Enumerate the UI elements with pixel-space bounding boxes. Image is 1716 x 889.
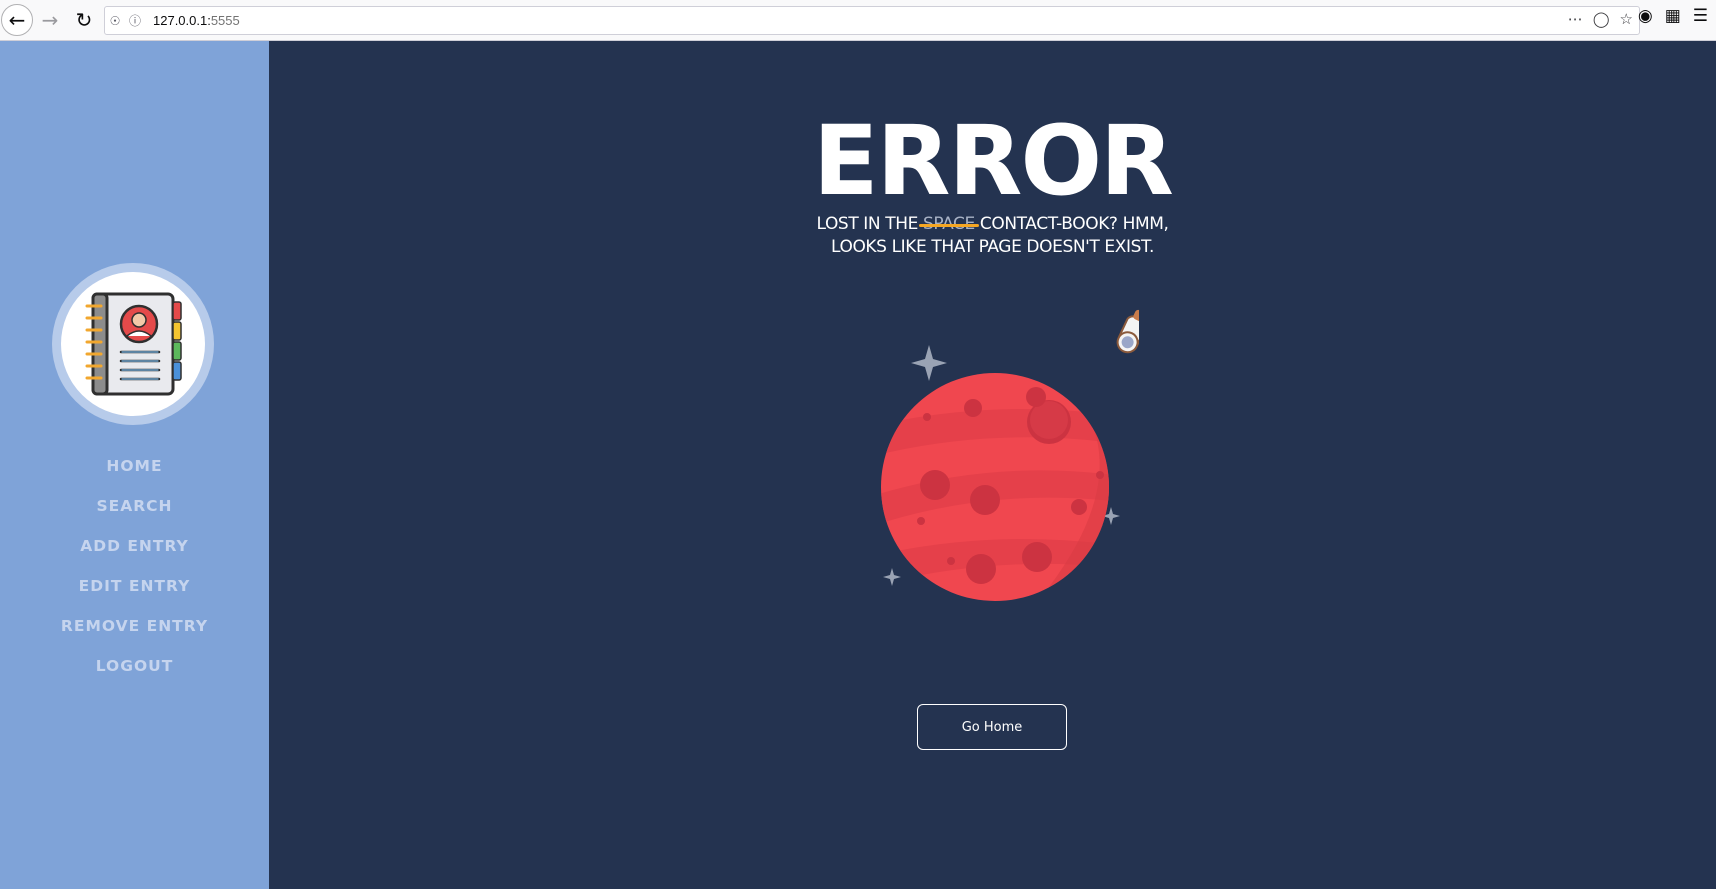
error-page: ERROR LOST IN THE SPACE CONTACT-BOOK? HM… <box>269 41 1716 889</box>
logo <box>52 263 214 425</box>
subtitle-text-start: LOST IN THE <box>816 214 923 234</box>
address-bar[interactable]: ☉ ⓘ 127.0.0.1: 5555 ⋯ ◯ ☆ <box>104 6 1640 35</box>
menu-hamburger-icon[interactable]: ☰ <box>1693 6 1708 26</box>
sidebar-item-add-entry[interactable]: ADD ENTRY <box>0 526 269 566</box>
browser-toolbar: ← → ↻ ☉ ⓘ 127.0.0.1: 5555 ⋯ ◯ ☆ ◉ ▦ ☰ <box>0 0 1716 41</box>
forward-arrow-icon[interactable]: → <box>33 3 67 37</box>
account-icon[interactable]: ◉ <box>1638 6 1653 26</box>
sidebar-menu: HOME SEARCH ADD ENTRY EDIT ENTRY REMOVE … <box>0 446 269 686</box>
bookmark-star-icon[interactable]: ☆ <box>1620 10 1633 28</box>
pocket-icon[interactable]: ◯ <box>1593 10 1610 28</box>
astronaut-icon <box>1116 309 1139 354</box>
page-title: ERROR <box>813 105 1174 217</box>
gift-icon[interactable]: ▦ <box>1665 6 1681 26</box>
subtitle-text-end: CONTACT-BOOK? HMM, <box>974 214 1169 234</box>
star-icon <box>911 345 947 381</box>
star-icon <box>883 568 901 586</box>
sidebar: HOME SEARCH ADD ENTRY EDIT ENTRY REMOVE … <box>0 41 269 889</box>
contact-book-icon <box>85 292 182 396</box>
back-arrow-icon[interactable]: ← <box>1 4 33 36</box>
url-host: 127.0.0.1: <box>153 13 211 28</box>
sidebar-item-home[interactable]: HOME <box>0 446 269 486</box>
error-message: LOST IN THE SPACE CONTACT-BOOK? HMM, LOO… <box>269 213 1716 259</box>
shield-icon[interactable]: ☉ <box>105 14 125 28</box>
sidebar-item-edit-entry[interactable]: EDIT ENTRY <box>0 566 269 606</box>
struck-word: SPACE <box>922 214 975 234</box>
info-icon[interactable]: ⓘ <box>125 12 145 29</box>
go-home-button[interactable]: Go Home <box>917 704 1067 750</box>
planet-icon <box>881 373 1109 601</box>
sidebar-item-search[interactable]: SEARCH <box>0 486 269 526</box>
more-actions-icon[interactable]: ⋯ <box>1568 10 1583 28</box>
reload-icon[interactable]: ↻ <box>67 3 101 37</box>
sidebar-item-remove-entry[interactable]: REMOVE ENTRY <box>0 606 269 646</box>
subtitle-line-2: LOOKS LIKE THAT PAGE DOESN'T EXIST. <box>831 237 1154 257</box>
space-illustration <box>881 309 1139 601</box>
sidebar-item-logout[interactable]: LOGOUT <box>0 646 269 686</box>
url-port: 5555 <box>210 13 240 28</box>
